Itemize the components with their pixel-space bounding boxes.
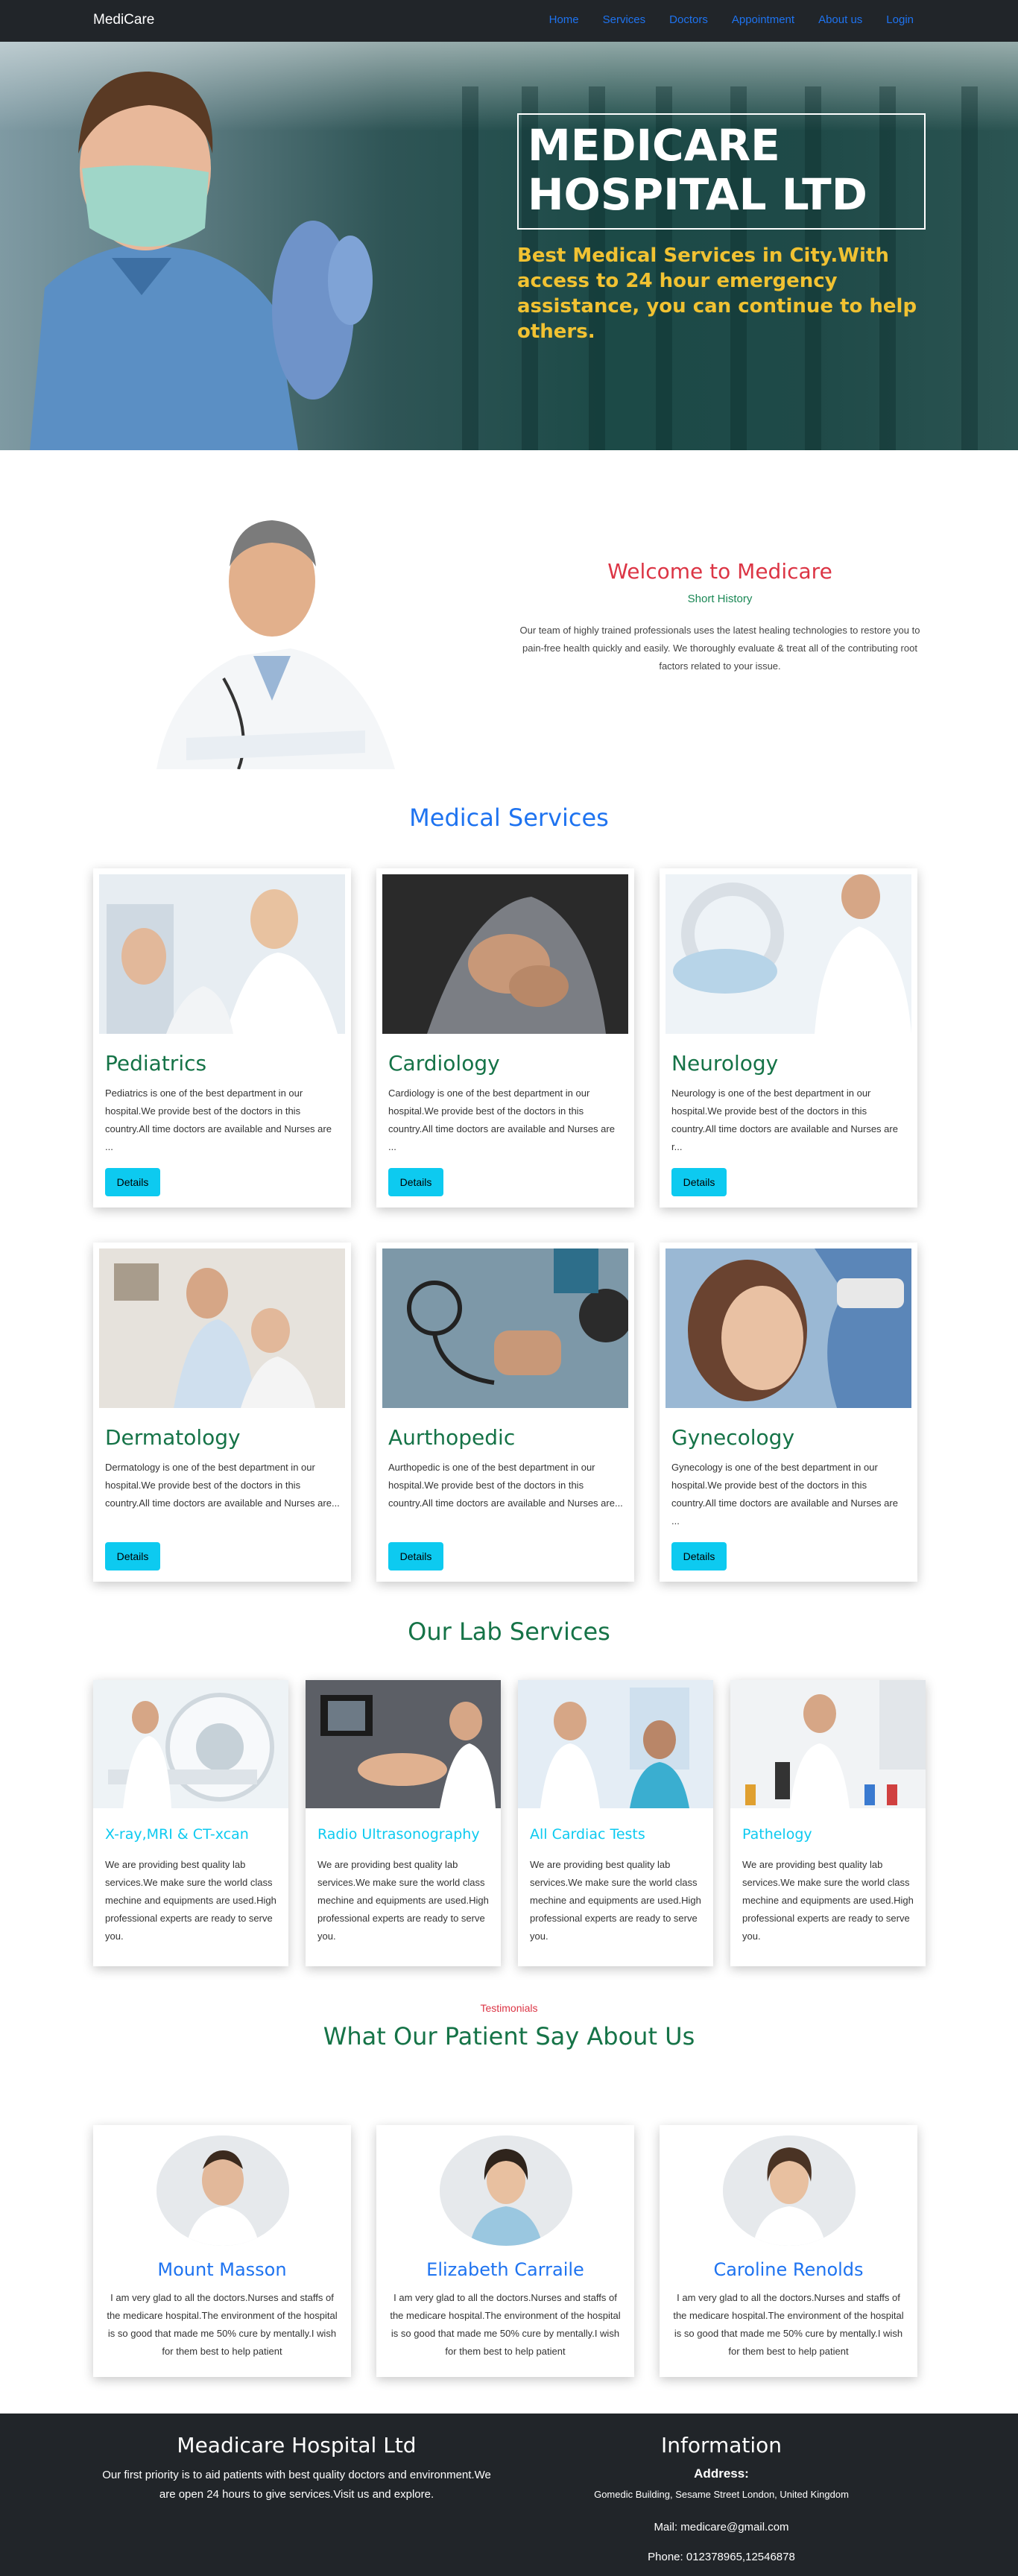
nav-about-us[interactable]: About us <box>818 13 862 26</box>
details-button[interactable]: Details <box>388 1542 443 1570</box>
service-name: Gynecology <box>671 1425 795 1450</box>
footer-address: Gomedic Building, Sesame Street London, … <box>594 2489 849 2500</box>
nav-services[interactable]: Services <box>603 13 646 26</box>
hero-subtitle: Best Medical Services in City.With acces… <box>517 244 917 343</box>
gynecology-image <box>666 1248 911 1408</box>
testimonial-name: Elizabeth Carraile <box>426 2259 584 2280</box>
testimonial-text: I am very glad to all the doctors.Nurses… <box>673 2292 904 2357</box>
dermatology-image <box>99 1248 345 1408</box>
footer-text: Our first priority is to aid patients wi… <box>102 2469 491 2501</box>
neurology-image <box>666 874 911 1034</box>
hero-title-box: MEDICARE HOSPITAL LTD <box>517 113 926 230</box>
service-card-pediatrics: Pediatrics Pediatrics is one of the best… <box>93 868 351 1208</box>
lab-name: All Cardiac Tests <box>530 1826 645 1843</box>
nav-links: Home Services Doctors Appointment About … <box>549 13 914 26</box>
testimonial-card: Caroline Renolds I am very glad to all t… <box>660 2125 917 2377</box>
labs-title: Our Lab Services <box>408 1617 610 1646</box>
welcome-text: Our team of highly trained professionals… <box>519 625 920 672</box>
hero-banner: MEDICARE HOSPITAL LTD Best Medical Servi… <box>0 42 1018 450</box>
service-name: Aurthopedic <box>388 1425 516 1450</box>
service-name: Dermatology <box>105 1425 241 1450</box>
details-button[interactable]: Details <box>671 1542 727 1570</box>
avatar <box>157 2135 289 2246</box>
service-card-cardiology: Cardiology Cardiology is one of the best… <box>376 868 634 1208</box>
footer-phone: Phone: 012378965,12546878 <box>648 2551 795 2563</box>
service-desc: Dermatology is one of the best departmen… <box>105 1462 340 1509</box>
service-desc: Pediatrics is one of the best department… <box>105 1087 332 1152</box>
services-title: Medical Services <box>409 804 609 832</box>
service-desc: Aurthopedic is one of the best departmen… <box>388 1462 623 1509</box>
service-desc: Neurology is one of the best department … <box>671 1087 898 1152</box>
testimonials-label: Testimonials <box>480 2002 538 2014</box>
lab-card-xray: X-ray,MRI & CT-xcan We are providing bes… <box>93 1680 288 1966</box>
lab-name: Pathelogy <box>742 1826 812 1843</box>
nav-doctors[interactable]: Doctors <box>669 13 708 26</box>
pediatrics-image <box>99 874 345 1034</box>
footer-mail[interactable]: Mail: medicare@gmail.com <box>514 2518 929 2537</box>
service-card-aurthopedic: Aurthopedic Aurthopedic is one of the be… <box>376 1243 634 1582</box>
avatar <box>440 2135 572 2246</box>
footer-title: Meadicare Hospital Ltd <box>177 2433 417 2457</box>
nav-appointment[interactable]: Appointment <box>732 13 794 26</box>
lab-card-ultrasonography: Radio Ultrasonography We are providing b… <box>306 1680 501 1966</box>
doctor-image <box>157 520 395 769</box>
lab-desc: We are providing best quality lab servic… <box>317 1859 489 1942</box>
service-card-neurology: Neurology Neurology is one of the best d… <box>660 868 917 1208</box>
nav-home[interactable]: Home <box>549 13 579 26</box>
details-button[interactable]: Details <box>105 1542 160 1570</box>
cardiac-image <box>518 1680 713 1808</box>
service-card-gynecology: Gynecology Gynecology is one of the best… <box>660 1243 917 1582</box>
hero-title: MEDICARE HOSPITAL LTD <box>528 120 867 220</box>
lab-name: Radio Ultrasonography <box>317 1826 480 1843</box>
details-button[interactable]: Details <box>671 1168 727 1196</box>
testimonial-text: I am very glad to all the doctors.Nurses… <box>390 2292 621 2357</box>
lab-desc: We are providing best quality lab servic… <box>105 1859 276 1942</box>
lab-card-pathelogy: Pathelogy We are providing best quality … <box>730 1680 926 1966</box>
brand-logo[interactable]: MediCare <box>93 12 154 28</box>
welcome-title: Welcome to Medicare <box>607 559 832 584</box>
footer-info-title: Information <box>660 2433 783 2457</box>
avatar <box>723 2135 856 2246</box>
lab-desc: We are providing best quality lab servic… <box>530 1859 701 1942</box>
lab-card-cardiac: All Cardiac Tests We are providing best … <box>518 1680 713 1966</box>
details-button[interactable]: Details <box>388 1168 443 1196</box>
navbar: MediCare Home Services Doctors Appointme… <box>0 0 1018 42</box>
aurthopedic-image <box>382 1248 628 1408</box>
nav-login[interactable]: Login <box>886 13 914 26</box>
footer-address-label: Address: <box>694 2466 749 2481</box>
testimonial-name: Mount Masson <box>157 2259 287 2280</box>
testimonial-text: I am very glad to all the doctors.Nurses… <box>107 2292 338 2357</box>
service-card-dermatology: Dermatology Dermatology is one of the be… <box>93 1243 351 1582</box>
nurse-image <box>30 72 373 450</box>
details-button[interactable]: Details <box>105 1168 160 1196</box>
cardiology-image <box>382 874 628 1034</box>
service-name: Cardiology <box>388 1051 500 1076</box>
footer: Meadicare Hospital Ltd Our first priorit… <box>0 2414 1018 2576</box>
welcome-subtitle: Short History <box>687 593 753 605</box>
service-desc: Gynecology is one of the best department… <box>671 1462 898 1527</box>
testimonial-card: Mount Masson I am very glad to all the d… <box>93 2125 351 2377</box>
lab-desc: We are providing best quality lab servic… <box>742 1859 914 1942</box>
service-name: Pediatrics <box>105 1051 207 1076</box>
testimonial-card: Elizabeth Carraile I am very glad to all… <box>376 2125 634 2377</box>
pathelogy-image <box>730 1680 926 1808</box>
xray-image <box>93 1680 288 1808</box>
ultrasonography-image <box>306 1680 501 1808</box>
testimonials-title: What Our Patient Say About Us <box>323 2022 695 2051</box>
testimonial-name: Caroline Renolds <box>713 2259 864 2280</box>
service-name: Neurology <box>671 1051 779 1076</box>
service-desc: Cardiology is one of the best department… <box>388 1087 615 1152</box>
lab-name: X-ray,MRI & CT-xcan <box>105 1826 249 1843</box>
